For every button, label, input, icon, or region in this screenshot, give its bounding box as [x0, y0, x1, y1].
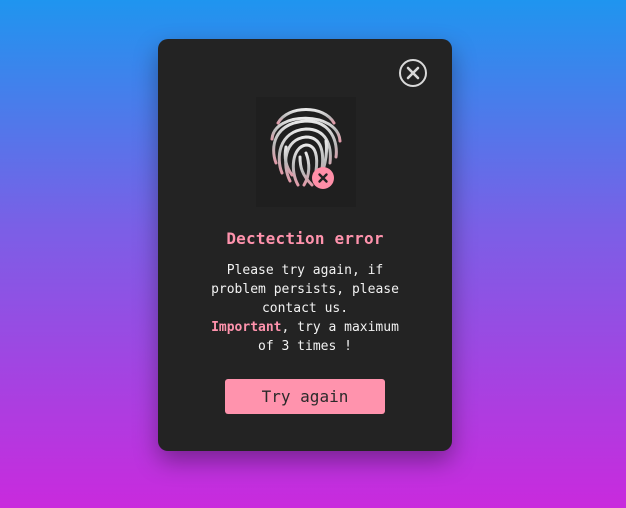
- dialog-message: Please try again, if problem persists, p…: [204, 261, 406, 356]
- error-badge: [312, 167, 334, 189]
- error-dialog: Dectection error Please try again, if pr…: [158, 39, 452, 451]
- error-x-icon: [318, 173, 328, 183]
- close-button[interactable]: [399, 59, 427, 87]
- message-text: Please try again, if problem persists, p…: [211, 263, 399, 316]
- dialog-title: Dectection error: [226, 229, 384, 248]
- important-label: Important: [211, 320, 282, 335]
- fingerprint-icon: [270, 108, 342, 187]
- try-again-button[interactable]: Try again: [225, 379, 385, 414]
- fingerprint-illustration: [256, 97, 356, 207]
- close-icon: [406, 66, 420, 80]
